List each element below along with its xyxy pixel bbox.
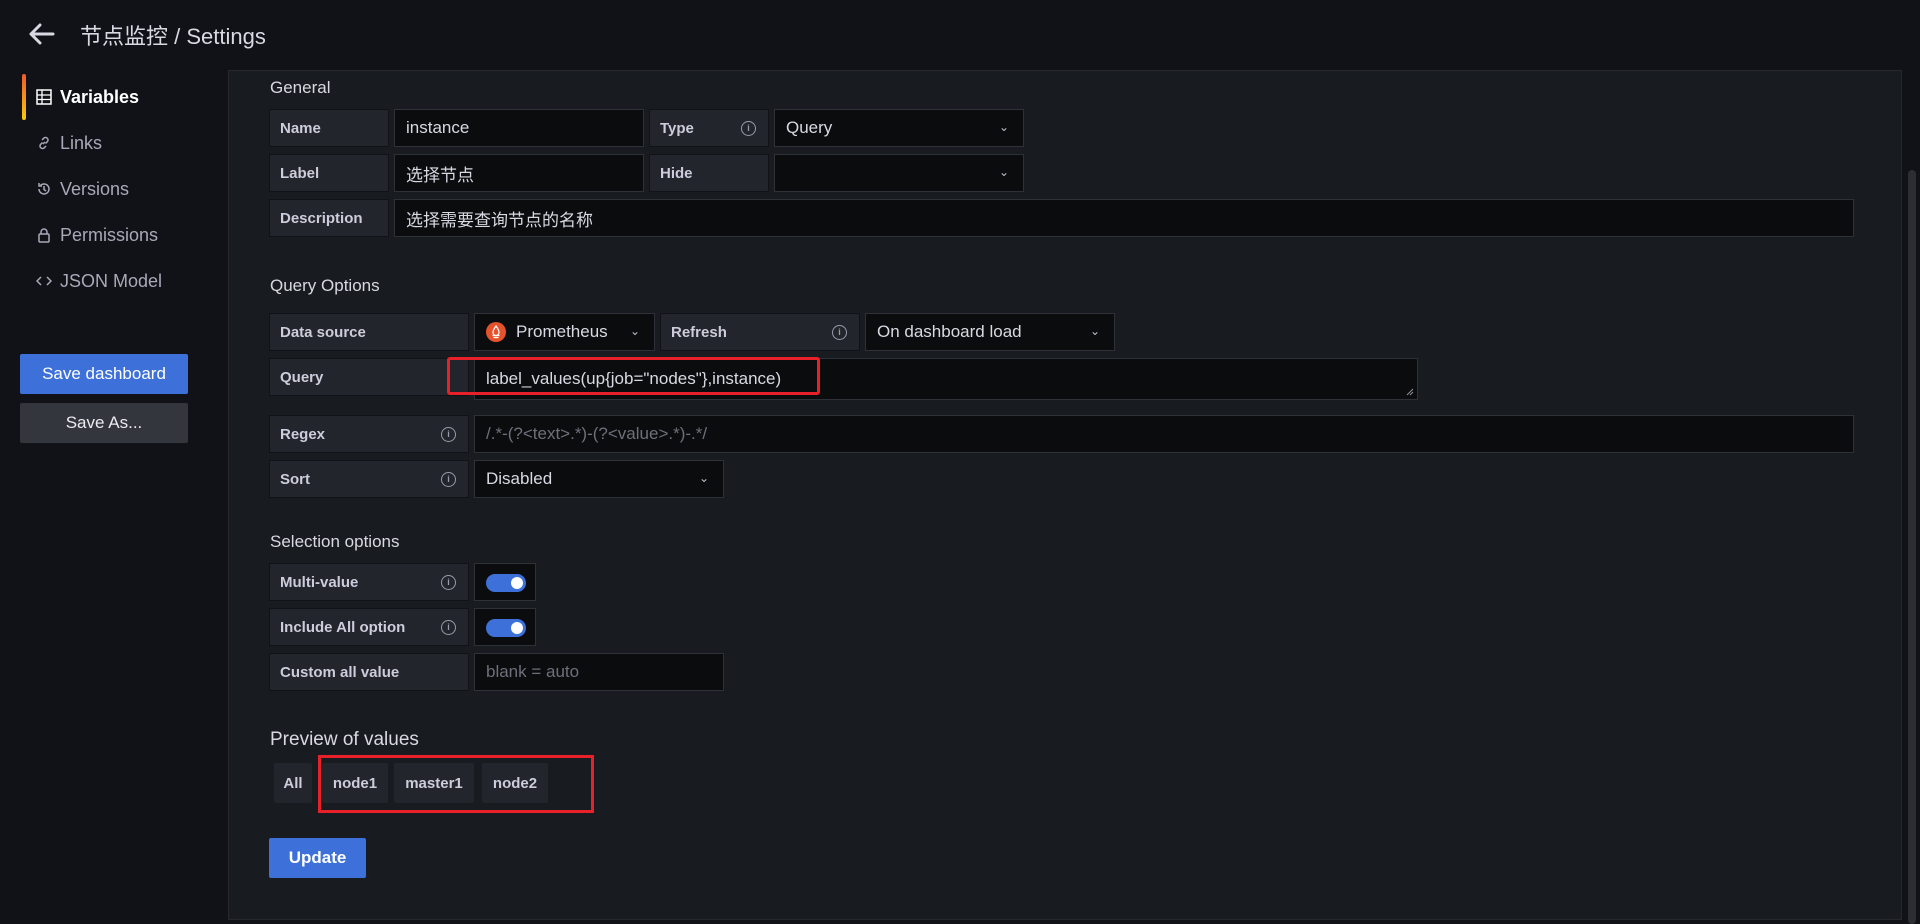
custom-all-label: Custom all value — [269, 653, 469, 691]
info-icon[interactable]: i — [441, 575, 456, 590]
include-all-toggle-container — [474, 608, 536, 646]
history-icon — [34, 179, 54, 199]
name-input[interactable]: instance — [394, 109, 644, 147]
chevron-down-icon: ⌄ — [998, 165, 1009, 179]
save-as-button[interactable]: Save As... — [20, 403, 188, 443]
preview-value-chip: master1 — [394, 763, 474, 803]
type-select[interactable]: Query ⌄ — [774, 109, 1024, 147]
chevron-down-icon: ⌄ — [1089, 324, 1100, 338]
settings-sidebar: Variables Links Versions Permissions JSO… — [0, 74, 200, 304]
info-icon[interactable]: i — [441, 427, 456, 442]
section-title-preview: Preview of values — [270, 729, 419, 750]
sidebar-item-label: Permissions — [60, 224, 159, 245]
type-select-value: Query — [786, 118, 833, 137]
sidebar-item-json-model[interactable]: JSON Model — [0, 258, 200, 304]
info-icon[interactable]: i — [441, 620, 456, 635]
sort-label: Sort i — [269, 460, 469, 498]
grid-icon — [34, 87, 54, 107]
include-all-label: Include All option i — [269, 608, 469, 646]
lock-icon — [34, 225, 54, 245]
page-title: 节点监控 / Settings — [80, 24, 266, 49]
sidebar-item-versions[interactable]: Versions — [0, 166, 200, 212]
toggle-knob — [511, 622, 523, 634]
multi-value-label-text: Multi-value — [280, 573, 359, 591]
section-title-general: General — [270, 78, 331, 97]
label-input[interactable]: 选择节点 — [394, 154, 644, 192]
query-text: label_values(up{job="nodes"},instance) — [486, 369, 782, 388]
section-title-selection-options: Selection options — [270, 532, 400, 551]
sidebar-item-label: Links — [60, 132, 103, 153]
refresh-select-value: On dashboard load — [877, 322, 1022, 341]
regex-label: Regex i — [269, 415, 469, 453]
preview-value-chip: node2 — [482, 763, 548, 803]
query-textarea[interactable]: label_values(up{job="nodes"},instance) — [474, 358, 1418, 400]
sort-select[interactable]: Disabled ⌄ — [474, 460, 724, 498]
include-all-label-text: Include All option — [280, 618, 406, 636]
description-label: Description — [269, 199, 389, 237]
hide-select[interactable]: ⌄ — [774, 154, 1024, 192]
section-title-query-options: Query Options — [270, 276, 380, 295]
hide-label: Hide — [649, 154, 769, 192]
chevron-down-icon: ⌄ — [998, 120, 1009, 134]
sidebar-item-links[interactable]: Links — [0, 120, 200, 166]
custom-all-input[interactable]: blank = auto — [474, 653, 724, 691]
sidebar-item-label: Variables — [60, 86, 140, 107]
preview-value-chip: node1 — [322, 763, 388, 803]
info-icon[interactable]: i — [741, 121, 756, 136]
sidebar-item-label: Versions — [60, 178, 130, 199]
update-button[interactable]: Update — [269, 838, 366, 878]
refresh-label-text: Refresh — [671, 323, 727, 341]
sidebar-item-variables[interactable]: Variables — [0, 74, 200, 120]
refresh-label: Refresh i — [660, 313, 860, 351]
multi-value-label: Multi-value i — [269, 563, 469, 601]
chevron-down-icon: ⌄ — [698, 471, 709, 485]
resize-handle-icon[interactable] — [1406, 388, 1414, 396]
regex-input[interactable]: /.*-(?<text>.*)-(?<value>.*)-.*/ — [474, 415, 1854, 453]
name-label: Name — [269, 109, 389, 147]
code-icon — [34, 271, 54, 291]
datasource-label: Data source — [269, 313, 469, 351]
info-icon[interactable]: i — [832, 325, 847, 340]
query-label: Query — [269, 358, 469, 396]
info-icon[interactable]: i — [441, 472, 456, 487]
prometheus-icon — [486, 322, 506, 342]
datasource-select[interactable]: Prometheus ⌄ — [474, 313, 655, 351]
preview-value-chip: All — [274, 763, 312, 803]
regex-label-text: Regex — [280, 425, 326, 443]
sort-label-text: Sort — [280, 470, 310, 488]
multi-value-toggle-container — [474, 563, 536, 601]
label-label: Label — [269, 154, 389, 192]
datasource-select-value: Prometheus — [516, 322, 608, 341]
type-label-text: Type — [660, 119, 694, 137]
chevron-down-icon: ⌄ — [629, 324, 640, 338]
scrollbar[interactable] — [1908, 170, 1916, 924]
sort-select-value: Disabled — [486, 469, 553, 488]
description-input[interactable]: 选择需要查询节点的名称 — [394, 199, 1854, 237]
include-all-toggle[interactable] — [486, 619, 526, 637]
toggle-knob — [511, 577, 523, 589]
back-arrow-icon[interactable] — [26, 18, 58, 50]
link-icon — [34, 133, 54, 153]
top-bar: 节点监控 / Settings — [0, 0, 1920, 66]
multi-value-toggle[interactable] — [486, 574, 526, 592]
sidebar-item-permissions[interactable]: Permissions — [0, 212, 200, 258]
sidebar-item-label: JSON Model — [60, 270, 163, 291]
save-dashboard-button[interactable]: Save dashboard — [20, 354, 188, 394]
type-label: Type i — [649, 109, 769, 147]
refresh-select[interactable]: On dashboard load ⌄ — [865, 313, 1115, 351]
